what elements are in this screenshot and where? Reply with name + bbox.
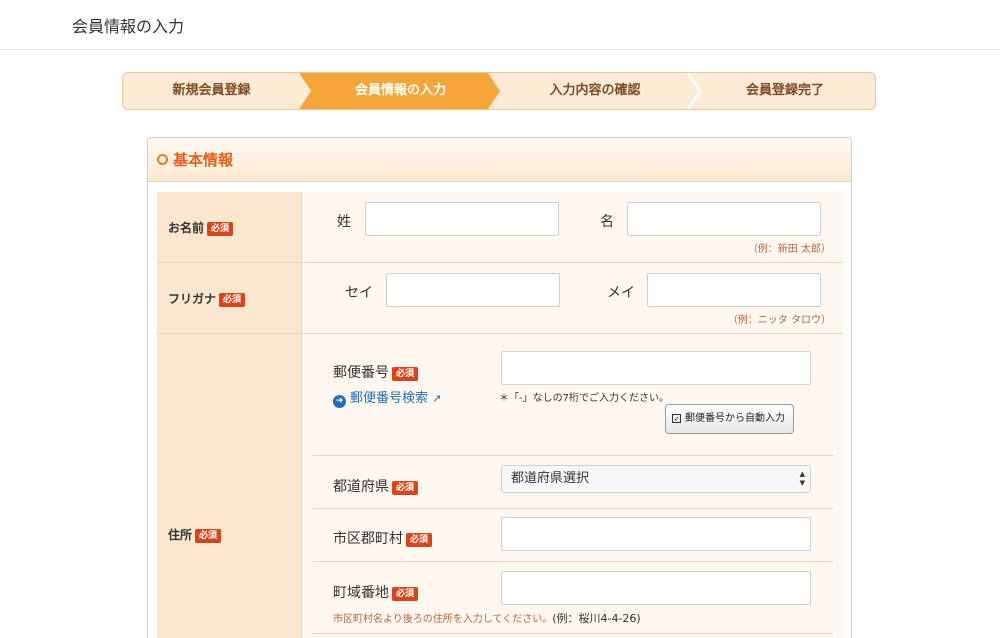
required-badge: 必須 [392, 481, 419, 495]
required-badge: 必須 [219, 293, 246, 307]
address-divider [312, 561, 833, 562]
section-title: 基本情報 [173, 151, 234, 169]
street-hint: 市区町村名より後ろの住所を入力してください。 [333, 614, 553, 625]
name-row: お名前 必須 姓 名 （例：新田 太郎） [157, 192, 843, 263]
last-name-label: 姓 [337, 214, 351, 230]
required-badge: 必須 [392, 587, 419, 601]
basic-info-panel: 基本情報 お名前必須 姓 名 （例：新田 太郎） フリガナ必須 セイ メイ [147, 137, 852, 638]
name-row-label: お名前 必須 [157, 192, 302, 262]
last-kana-input[interactable] [386, 273, 560, 307]
city-label: 市区郡町村 [333, 531, 403, 547]
auto-fill-address-button[interactable]: ✓ 郵便番号から自動入力 [665, 404, 794, 434]
address-row-content: 郵便番号 必須 ➜ 郵便番号検索 ↗ ＊「-」なしの7桁でご入力ください。 ✓ 郵便番… [302, 334, 843, 638]
name-example-hint: （例：新田 太郎） [747, 244, 831, 255]
circle-bullet-icon [157, 154, 168, 165]
last-name-input[interactable] [365, 202, 559, 236]
step-member-info-input: 会員情報の入力 [354, 83, 446, 98]
kana-row-label: フリガナ 必須 [157, 263, 302, 333]
step-progress-bar: 新規会員登録 会員情報の入力 入力内容の確認 会員登録完了 [122, 72, 876, 110]
required-badge: 必須 [406, 533, 433, 547]
kana-example-hint: （例：ニッタ タロウ） [727, 315, 831, 326]
postal-code-input[interactable] [501, 351, 811, 385]
prefecture-label: 都道府県 [333, 479, 389, 495]
required-badge: 必須 [207, 222, 234, 236]
first-name-label: 名 [600, 214, 614, 230]
name-row-content: 姓 名 （例：新田 太郎） [302, 192, 843, 262]
street-input[interactable] [501, 571, 811, 605]
kana-row-content: セイ メイ （例：ニッタ タロウ） [302, 263, 843, 333]
address-label: 住所 [168, 528, 193, 542]
street-example: (例：桜川4-4-26) [552, 612, 641, 625]
address-divider [312, 633, 833, 634]
page-title: 会員情報の入力 [72, 17, 185, 36]
step-new-registration: 新規会員登録 [172, 83, 251, 98]
checkbox-icon: ✓ [672, 414, 681, 423]
street-label: 町域番地 [333, 585, 389, 601]
city-input[interactable] [501, 517, 811, 551]
address-row: 住所 必須 郵便番号 必須 ➜ 郵便番号検索 ↗ ＊「-」なしの7桁でご入力ください。… [157, 334, 843, 638]
kana-label: フリガナ [168, 292, 217, 306]
postal-code-search-link[interactable]: ➜ 郵便番号検索 ↗ [333, 387, 441, 408]
prefecture-selected-value: 都道府県選択 [511, 471, 590, 486]
kana-row: フリガナ 必須 セイ メイ （例：ニッタ タロウ） [157, 263, 843, 334]
address-divider [312, 508, 833, 509]
name-label: お名前 [168, 221, 205, 235]
page-header: 会員情報の入力 [0, 0, 1000, 50]
first-kana-label: メイ [607, 285, 635, 301]
arrow-right-circle-icon: ➜ [333, 395, 346, 408]
step-confirm-input: 入力内容の確認 [549, 83, 641, 98]
address-divider [312, 455, 833, 456]
last-kana-label: セイ [345, 285, 373, 301]
first-kana-input[interactable] [647, 273, 821, 307]
step-registration-complete: 会員登録完了 [745, 83, 824, 98]
address-row-label: 住所 必須 [157, 334, 302, 638]
panel-header: 基本情報 [148, 138, 851, 182]
external-link-icon: ↗ [432, 392, 442, 405]
first-name-input[interactable] [627, 202, 821, 236]
prefecture-select[interactable]: 都道府県選択 ▲ ▼ [501, 465, 811, 493]
postal-code-note: ＊「-」なしの7桁でご入力ください。 [499, 393, 669, 404]
postal-code-label: 郵便番号 [333, 365, 389, 381]
required-badge: 必須 [392, 367, 419, 381]
required-badge: 必須 [195, 529, 222, 543]
select-arrows-icon: ▲ ▼ [799, 470, 805, 487]
